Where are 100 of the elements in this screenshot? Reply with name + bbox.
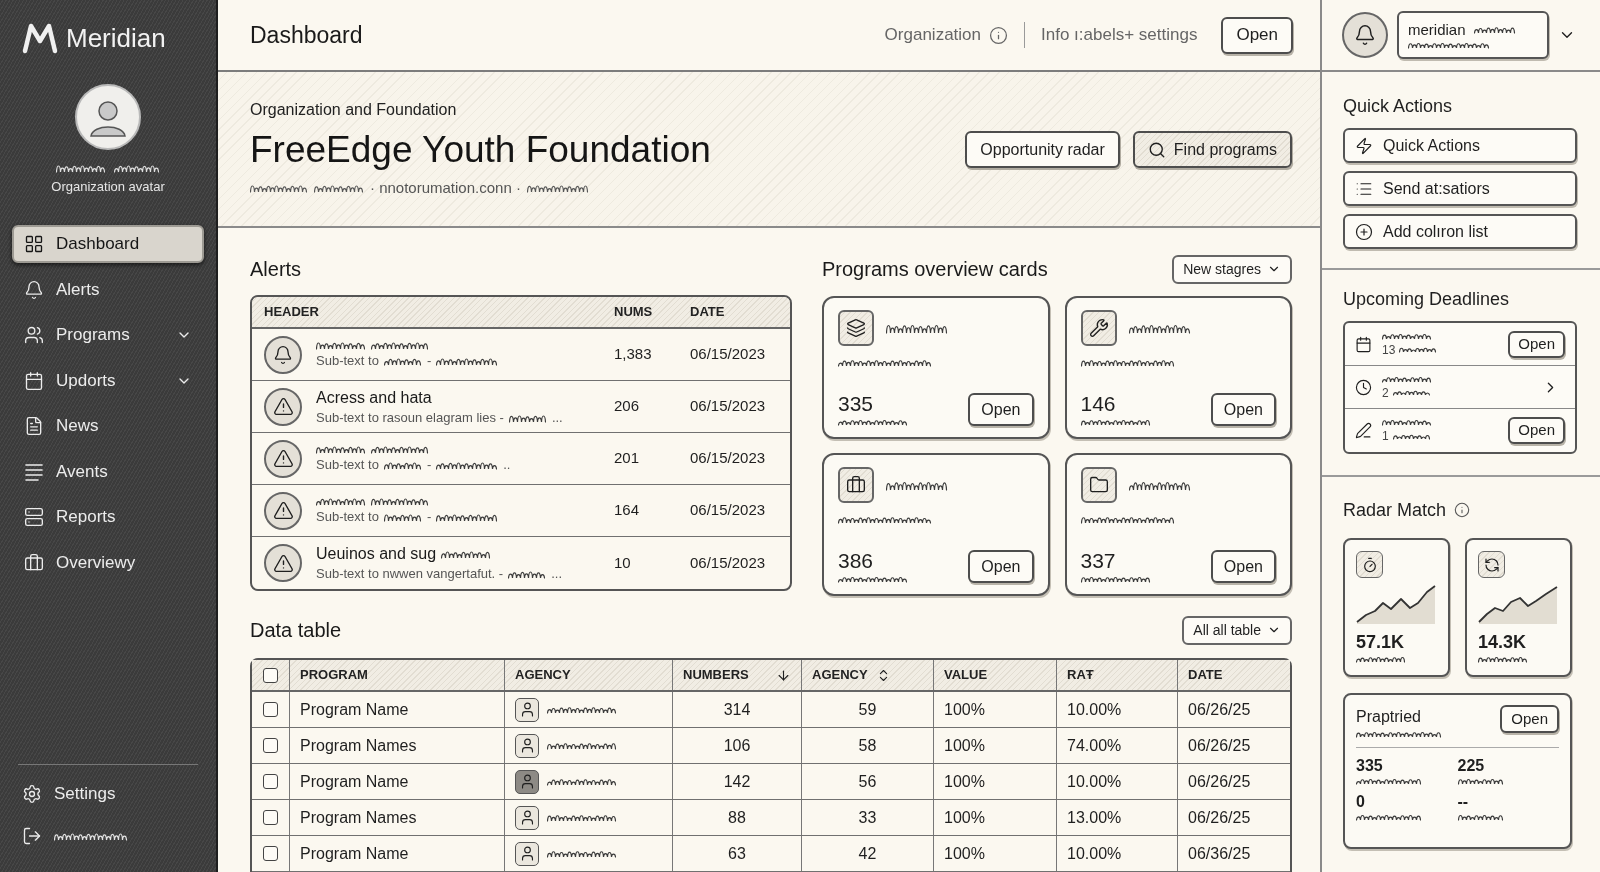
nav-item[interactable]: Reports — [12, 498, 204, 536]
organization-title: FreeEdge Youth Foundation — [250, 128, 711, 172]
settings-button[interactable]: Settings — [12, 775, 204, 813]
table-cell-text: 88 — [728, 807, 746, 828]
search-icon — [1147, 140, 1166, 159]
nav-item[interactable]: Alerts — [12, 270, 204, 309]
table-cell-text: Program Name — [300, 843, 409, 864]
table-cell-text: Program Names — [300, 807, 417, 828]
scribble-icon — [383, 460, 422, 470]
bell-icon — [1354, 24, 1376, 46]
column-header[interactable]: DATE — [1188, 665, 1223, 685]
pen-icon — [1355, 422, 1372, 439]
users-icon — [24, 325, 44, 345]
section-title: Alerts — [250, 257, 302, 282]
alert-subtext: Sub-text to rasoun elagram lies - — [316, 409, 504, 426]
scribble-icon — [838, 515, 932, 524]
timer-icon — [1356, 551, 1383, 578]
section-title: Radar Match — [1343, 499, 1447, 522]
alert-subtext: Sub-text to nwwen vangertafut. - — [316, 566, 504, 582]
scribble-icon — [441, 548, 492, 559]
stat-value: 225 — [1457, 756, 1486, 775]
notification-button[interactable] — [1342, 12, 1388, 58]
open-button[interactable]: Open — [1210, 393, 1276, 426]
open-button[interactable]: Open — [1500, 705, 1559, 733]
quick-action-button[interactable]: Quick Actions — [1343, 128, 1577, 163]
folder-icon — [1080, 467, 1117, 503]
alert-subtext: - — [426, 457, 432, 473]
logo-icon — [22, 22, 58, 54]
quick-action-button[interactable]: Add colıron list — [1343, 214, 1577, 249]
nav-item[interactable]: Avents — [12, 452, 204, 491]
column-header[interactable]: AGENCY — [812, 665, 868, 685]
section-title: Quick Actions — [1343, 95, 1454, 118]
page-title: Dashboard — [250, 20, 363, 50]
scribble-icon — [508, 412, 547, 423]
stat-value: 335 — [1356, 756, 1384, 775]
avatar-icon — [75, 84, 141, 150]
scribble-icon — [886, 322, 948, 334]
open-button[interactable]: Open — [1508, 417, 1565, 444]
table-cell-text: 100% — [944, 735, 985, 756]
table-cell-text: 59 — [858, 699, 877, 720]
website-text: · nnotorumation.conn · — [370, 177, 521, 198]
column-header[interactable]: PROGRAM — [300, 665, 368, 685]
checkbox[interactable] — [263, 810, 278, 825]
checkbox[interactable] — [263, 846, 278, 861]
checkbox[interactable] — [263, 702, 278, 717]
account-name: meridian — [1408, 21, 1466, 38]
table-cell-text: 100% — [944, 699, 985, 720]
open-button[interactable]: Open — [1221, 16, 1293, 54]
open-button[interactable]: Open — [968, 550, 1034, 583]
column-header[interactable]: VALUE — [944, 665, 988, 685]
action-button[interactable]: Opportunity radar — [965, 131, 1120, 168]
header-link[interactable]: Info ı:abels+ settings — [1041, 22, 1198, 48]
alert-subtext: ... — [551, 566, 562, 582]
nav-item[interactable]: Programs — [12, 316, 204, 354]
scribble-icon — [886, 479, 948, 491]
checkbox[interactable] — [263, 738, 278, 753]
filter-dropdown[interactable]: New stagres — [1172, 254, 1292, 284]
stat-value: 0 — [1356, 792, 1366, 811]
checkbox[interactable] — [263, 667, 278, 683]
scribble-icon — [383, 512, 422, 522]
quick-action-button[interactable]: Send at:satiors — [1343, 171, 1577, 206]
scribble-icon — [547, 813, 617, 822]
nav-item[interactable]: Updorts — [12, 361, 204, 400]
nav-item[interactable]: Overviewy — [12, 543, 204, 582]
warning-icon — [264, 544, 302, 582]
summary-title: Praptried — [1356, 707, 1422, 727]
scribble-icon — [1356, 730, 1442, 738]
document-icon — [24, 416, 44, 436]
table-cell-text: 06/26/25 — [1188, 807, 1251, 828]
table-cell-text: 06/15/2023 — [690, 396, 766, 417]
account-menu[interactable]: meridian — [1397, 11, 1549, 59]
wrench-icon — [1080, 310, 1117, 346]
table-cell-text: Program Names — [300, 735, 417, 756]
scribble-icon — [1080, 575, 1151, 583]
header-link[interactable]: Organization — [884, 22, 981, 48]
column-header[interactable]: NUMBERS — [683, 665, 749, 685]
nav-item[interactable]: News — [12, 407, 204, 445]
logout-icon[interactable] — [22, 826, 42, 846]
table-cell-text: 63 — [728, 843, 746, 864]
calendar-icon — [24, 370, 44, 391]
metric-value: 14.3K — [1478, 632, 1528, 652]
search-button[interactable]: Find programs — [1132, 131, 1292, 168]
nav-item[interactable]: Dashboard — [12, 225, 204, 263]
scribble-icon — [526, 183, 589, 193]
alert-title: Ueuinos and sug — [316, 544, 437, 563]
alert-title: Acress and hata — [316, 387, 432, 407]
alert-subtext: ... — [551, 409, 563, 426]
scribble-icon — [508, 569, 547, 579]
lines-icon — [24, 461, 44, 482]
program-count: 335 — [838, 392, 875, 416]
table-cell-text: 06/15/2023 — [690, 448, 766, 469]
column-header[interactable]: AGENCY — [515, 665, 571, 685]
checkbox[interactable] — [263, 774, 278, 789]
column-header[interactable]: RAŦ — [1067, 665, 1094, 685]
open-button[interactable]: Open — [1210, 550, 1276, 583]
table-cell-text: 74.00% — [1067, 735, 1122, 756]
warning-icon — [264, 387, 302, 426]
filter-dropdown[interactable]: All all table — [1182, 615, 1292, 645]
open-button[interactable]: Open — [968, 393, 1034, 426]
open-button[interactable]: Open — [1508, 330, 1565, 358]
